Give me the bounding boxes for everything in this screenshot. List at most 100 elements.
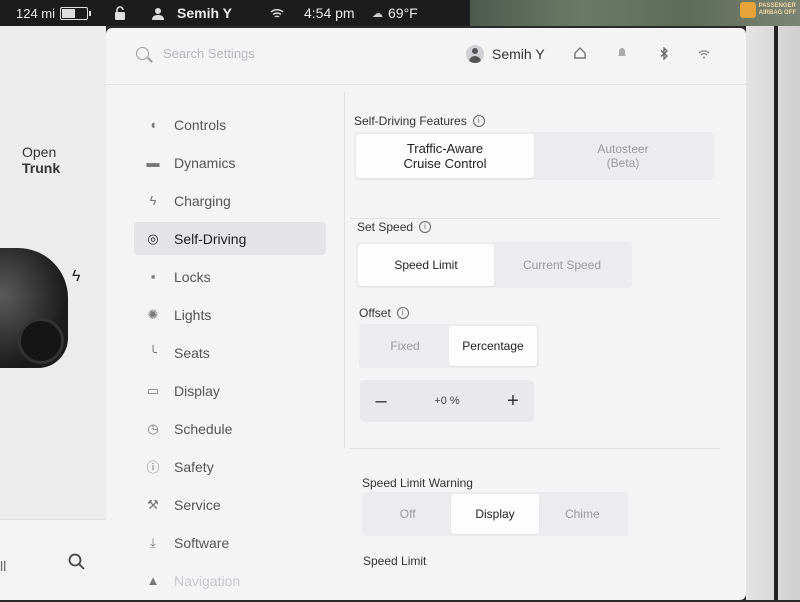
nav-divider [344,92,345,448]
lock-status-icon[interactable] [114,0,126,26]
sidebar-item-label: Locks [174,268,211,285]
wifi-status-icon [270,0,284,26]
lock-icon: ▪ [150,269,156,284]
navigation-icon: ▲ [146,573,160,588]
sidebar-item-seats[interactable]: ╰ Seats [134,336,326,369]
sidebar-item-label: Safety [174,458,214,475]
settings-panel: Search Settings Semih Y ◖ Controls ▬ Dynami… [106,28,746,600]
sidebar-item-label: Self-Driving [174,230,247,247]
wifi-icon[interactable] [696,47,712,62]
status-user-name: Semih Y [177,5,232,21]
current-speed-option[interactable]: Current Speed [494,244,630,286]
car-icon: ▬ [146,155,160,170]
sidebar-item-lights[interactable]: ✺ Lights [134,298,326,331]
temperature-text: 69°F [388,5,418,21]
search-placeholder: Search Settings [163,46,255,61]
cloud-icon: ☁ [372,7,383,20]
sidebar-item-label: Service [174,496,221,513]
settings-header: Search Settings Semih Y [106,28,746,85]
download-icon: ⤓ [150,534,156,550]
bell-icon[interactable] [614,47,630,62]
section-divider [350,218,720,219]
range-indicator[interactable]: 124 mi [16,0,92,26]
display-icon: ▭ [146,382,160,398]
home-icon[interactable] [572,47,588,62]
warning-display-option[interactable]: Display [451,494,539,534]
sidebar-item-software[interactable]: ⤓ Software [134,526,326,559]
info-icon[interactable]: i [396,307,409,319]
fixed-option[interactable]: Fixed [361,326,449,366]
sidebar-item-dynamics[interactable]: ▬ Dynamics [134,146,326,179]
offset-title: Offset i [359,306,409,320]
sidebar-item-label: Dynamics [174,154,236,171]
bottom-bar: ll [0,519,116,600]
sidebar-item-safety[interactable]: ⓘ Safety [134,450,326,483]
speed-limit-warning-title: Speed Limit Warning [362,476,473,490]
safety-icon: ⓘ [146,460,160,475]
percentage-option[interactable]: Percentage [449,326,537,366]
section-divider [350,448,720,449]
sidebar-item-navigation[interactable]: ▲ Navigation [134,564,326,597]
sidebar-item-label: Software [174,534,230,551]
decrease-button[interactable]: – [372,390,390,413]
user-profile-button[interactable]: Semih Y [466,45,545,63]
status-bar: 124 mi Semih Y 4:54 pm ☁ 69°F PASSENGER A… [0,0,800,26]
speed-limit-title-text: Speed Limit [363,554,427,568]
charge-port-icon[interactable]: ϟ [72,268,80,286]
speed-limit-title: Speed Limit [363,554,426,568]
screen-edge [746,26,800,600]
battery-icon [60,6,92,20]
header-user-name: Semih Y [492,46,545,62]
car-panel: Open Trunk ϟ ll [0,26,116,600]
warning-off-option[interactable]: Off [364,494,451,534]
increase-button[interactable]: + [504,390,522,413]
self-driving-features-selector[interactable]: Traffic-Aware Cruise Control Autosteer (… [354,132,714,180]
alarm-icon: ◷ [147,420,159,436]
sun-icon: ✺ [147,306,159,322]
offset-stepper[interactable]: – +0 % + [360,380,534,422]
warning-chime-option[interactable]: Chime [539,494,626,534]
info-icon[interactable]: i [472,115,485,127]
autosteer-option[interactable]: Autosteer (Beta) [534,134,712,178]
sidebar-item-display[interactable]: ▭ Display [134,374,326,407]
sidebar-item-label: Schedule [174,420,233,437]
sidebar-item-controls[interactable]: ◖ Controls [134,108,326,141]
offset-value: +0 % [434,395,460,407]
bolt-icon: ϟ [149,193,157,208]
search-settings-input[interactable]: Search Settings [136,46,255,61]
sidebar-item-charging[interactable]: ϟ Charging [134,184,326,217]
profile-status[interactable]: Semih Y [152,0,232,26]
time-text: 4:54 pm [304,5,355,21]
sidebar-item-label: Navigation [174,572,241,589]
sidebar-item-label: Lights [174,306,212,323]
clock: 4:54 pm [304,0,355,26]
airbag-line1: PASSENGER [758,3,796,9]
features-title-text: Self-Driving Features [354,114,467,128]
speed-limit-option[interactable]: Speed Limit [358,244,494,286]
open-trunk-button[interactable]: Open Trunk [22,144,60,176]
set-speed-title-text: Set Speed [357,220,414,234]
sidebar-item-label: Display [174,382,220,399]
traffic-aware-cruise-control-option[interactable]: Traffic-Aware Cruise Control [356,134,534,178]
sidebar-item-self-driving[interactable]: ◎ Self-Driving [134,222,326,255]
passenger-airbag-indicator: PASSENGER AIRBAG OFF [739,2,796,18]
self-driving-features-title: Self-Driving Features i [354,114,485,128]
range-text: 124 mi [16,5,56,21]
sidebar-item-label: Controls [174,116,227,133]
sidebar-item-service[interactable]: ⚒ Service [134,488,326,521]
battery-fill [62,8,76,18]
offset-type-selector[interactable]: Fixed Percentage [359,324,539,368]
info-icon[interactable]: i [419,221,432,233]
airbag-line2: AIRBAG OFF [758,10,796,16]
speed-limit-warning-selector[interactable]: Off Display Chime [362,492,628,536]
search-icon[interactable] [68,553,86,576]
avatar [466,45,484,63]
offset-title-text: Offset [359,306,391,320]
sidebar-item-locks[interactable]: ▪ Locks [134,260,326,293]
seat-icon: ╰ [149,344,157,360]
bottom-text: ll [0,558,7,574]
set-speed-selector[interactable]: Speed Limit Current Speed [356,242,632,288]
bluetooth-icon[interactable] [656,46,672,63]
sidebar-item-schedule[interactable]: ◷ Schedule [134,412,326,445]
person-icon [152,7,164,20]
